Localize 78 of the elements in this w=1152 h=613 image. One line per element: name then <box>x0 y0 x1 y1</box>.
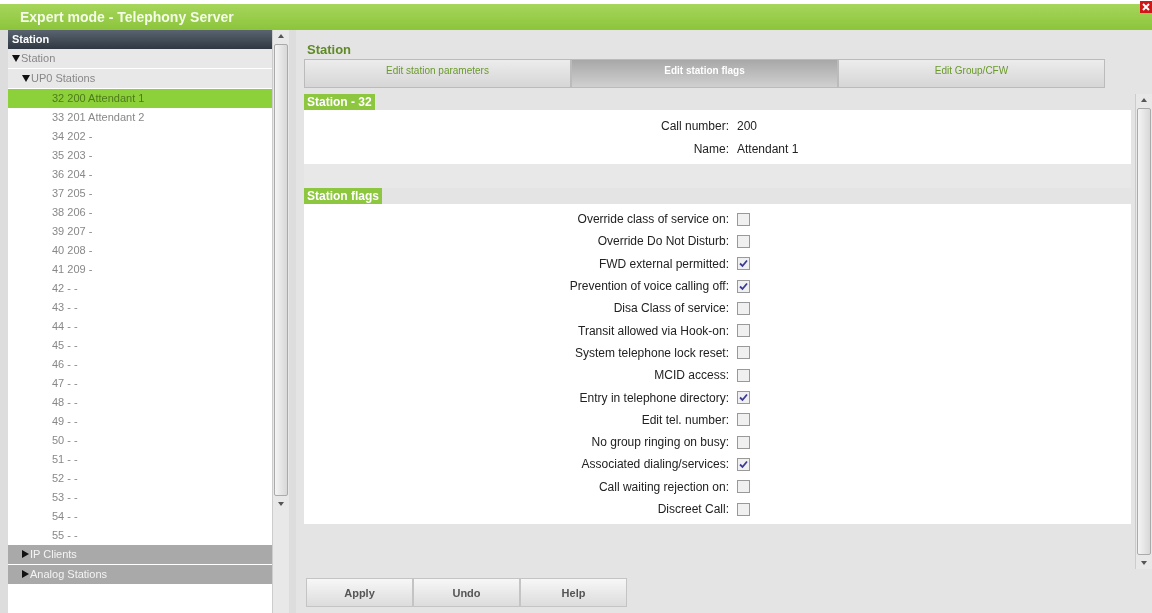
field-value: Attendant 1 <box>737 141 799 156</box>
flag-label: Edit tel. number: <box>640 412 730 427</box>
triangle-icon <box>22 75 30 82</box>
tab[interactable]: Edit Group/CFW <box>838 59 1105 88</box>
flag-label: MCID access: <box>653 368 730 383</box>
field-value: 200 <box>737 118 758 133</box>
tree-item[interactable]: 37 205 - <box>8 184 272 203</box>
checkbox[interactable] <box>737 502 750 516</box>
flag-label: Prevention of voice calling off: <box>568 279 730 294</box>
flag-label: System telephone lock reset: <box>573 345 730 360</box>
tree-item[interactable]: 33 201 Attendant 2 <box>8 108 272 127</box>
tree-item[interactable]: 51 - - <box>8 450 272 469</box>
tree-item[interactable]: 36 204 - <box>8 165 272 184</box>
close-icon[interactable] <box>1140 1 1152 13</box>
tree-item[interactable]: 54 - - <box>8 507 272 526</box>
tree-item[interactable]: 50 - - <box>8 431 272 450</box>
checkbox[interactable] <box>737 435 750 449</box>
checkbox[interactable] <box>737 301 750 315</box>
tree-item[interactable]: 42 - - <box>8 279 272 298</box>
flag-label: Call waiting rejection on: <box>597 479 730 494</box>
sidebar-header: Station <box>8 30 272 49</box>
checkbox[interactable] <box>737 413 750 427</box>
section-title: Station flags <box>304 188 382 204</box>
tab[interactable]: Edit station flags <box>571 59 838 88</box>
section-title: Station - 32 <box>304 94 375 110</box>
checkbox[interactable] <box>737 257 750 271</box>
flag-label: Disa Class of service: <box>612 301 730 316</box>
tree-item[interactable]: 55 - - <box>8 526 272 545</box>
tree-node[interactable]: UP0 Stations <box>8 69 272 89</box>
field-label: Name: <box>692 141 730 156</box>
tree-item[interactable]: 44 - - <box>8 317 272 336</box>
flag-label: No group ringing on busy: <box>590 435 730 450</box>
tree-node[interactable]: Station <box>8 49 272 69</box>
scrollbar[interactable] <box>1135 94 1152 569</box>
flag-label: Associated dialing/services: <box>580 457 730 472</box>
page-heading: Station <box>306 41 353 59</box>
checkbox[interactable] <box>737 346 750 360</box>
tree-node[interactable]: Analog Stations <box>8 565 272 585</box>
checkbox[interactable] <box>737 279 750 293</box>
tree-item[interactable]: 49 - - <box>8 412 272 431</box>
tree-item[interactable]: 48 - - <box>8 393 272 412</box>
tree-item[interactable]: 32 200 Attendant 1 <box>8 89 272 108</box>
triangle-icon <box>22 570 29 578</box>
tree-node[interactable]: IP Clients <box>8 545 272 565</box>
tree-item[interactable]: 45 - - <box>8 336 272 355</box>
flag-label: Override Do Not Disturb: <box>596 234 730 249</box>
scrollbar[interactable] <box>272 30 289 613</box>
action-button[interactable]: Help <box>520 578 627 607</box>
checkbox[interactable] <box>737 480 750 494</box>
action-button[interactable]: Apply <box>306 578 413 607</box>
tree-item[interactable]: 34 202 - <box>8 127 272 146</box>
checkbox[interactable] <box>737 212 750 226</box>
field-label: Call number: <box>659 118 730 133</box>
checkbox[interactable] <box>737 391 750 404</box>
checkbox[interactable] <box>737 324 750 338</box>
action-button[interactable]: Undo <box>413 578 520 607</box>
checkbox[interactable] <box>737 368 750 382</box>
triangle-icon <box>22 550 29 558</box>
flag-label: FWD external permitted: <box>597 256 730 271</box>
tree-item[interactable]: 38 206 - <box>8 203 272 222</box>
tree-item[interactable]: 52 - - <box>8 469 272 488</box>
flag-label: Discreet Call: <box>656 502 730 516</box>
tree-item[interactable]: 41 209 - <box>8 260 272 279</box>
tree-item[interactable]: 35 203 - <box>8 146 272 165</box>
triangle-icon <box>12 55 20 62</box>
tree-item[interactable]: 47 - - <box>8 374 272 393</box>
flag-label: Entry in telephone directory: <box>578 390 730 405</box>
tree-item[interactable]: 46 - - <box>8 355 272 374</box>
tree-item[interactable]: 40 208 - <box>8 241 272 260</box>
tree-item[interactable]: 53 - - <box>8 488 272 507</box>
flag-label: Transit allowed via Hook-on: <box>577 323 730 338</box>
flag-label: Override class of service on: <box>576 212 730 227</box>
checkbox[interactable] <box>737 457 750 471</box>
tree-item[interactable]: 43 - - <box>8 298 272 317</box>
tree-item[interactable]: 39 207 - <box>8 222 272 241</box>
tab[interactable]: Edit station parameters <box>304 59 571 88</box>
window-title: Expert mode - Telephony Server <box>20 9 234 25</box>
checkbox[interactable] <box>737 234 750 248</box>
